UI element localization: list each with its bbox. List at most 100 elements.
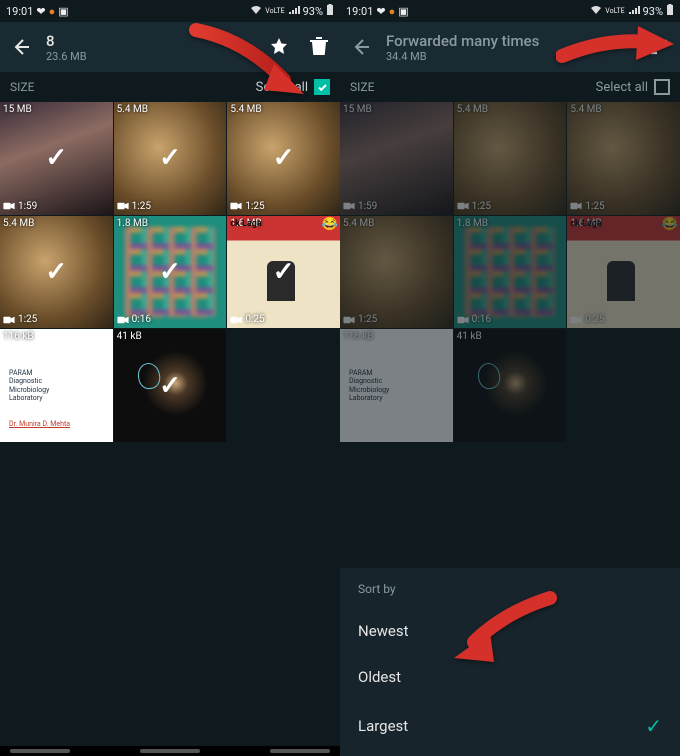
sort-option-oldest[interactable]: Oldest <box>358 654 662 700</box>
size-badge: 5.4 MB <box>570 104 601 115</box>
sort-icon[interactable] <box>648 36 670 58</box>
media-thumb[interactable]: 5.4 MB1:25✓ <box>114 102 227 215</box>
duration-row: 0:25 <box>230 314 264 325</box>
image-icon: ▣ <box>398 5 408 18</box>
duration-row: 1:59 <box>3 201 37 212</box>
select-all-label: Select all <box>596 80 648 95</box>
duration-row: 1:25 <box>457 201 491 212</box>
media-thumb[interactable]: 1.6 MB 0:25 ck Laga😂 <box>567 216 680 329</box>
sort-option-label: Largest <box>358 717 408 735</box>
media-thumb[interactable]: 41 kB <box>454 329 567 442</box>
header-title: Forwarded many times <box>386 32 634 50</box>
media-thumb[interactable]: 15 MB 1:59 <box>340 102 453 215</box>
check-icon: ✓ <box>645 714 662 738</box>
meme-text: ck Laga <box>570 219 677 229</box>
delete-icon[interactable] <box>308 36 330 58</box>
media-thumb[interactable]: 116 kB✓ <box>0 329 113 442</box>
duration: 0:25 <box>585 314 604 325</box>
right-pane: 19:01 ❤ ● ▣ VoLTE 93% Forwarded many tim… <box>340 0 680 756</box>
size-badge: 41 kB <box>457 331 482 342</box>
signal-icon <box>628 5 640 18</box>
duration: 1:25 <box>472 201 491 212</box>
size-badge: 15 MB <box>343 104 372 115</box>
media-thumb[interactable]: 5.4 MB 1:25 <box>567 102 680 215</box>
media-thumb[interactable]: 5.4 MB1:25 <box>340 216 453 329</box>
sort-option-largest[interactable]: Largest ✓ <box>358 700 662 752</box>
nav-bar <box>0 746 340 756</box>
media-thumb[interactable]: 41 kB ✓ <box>114 329 227 442</box>
duration: 0:25 <box>245 314 264 325</box>
duration: 1:25 <box>245 201 264 212</box>
size-badge: 5.4 MB <box>117 104 148 115</box>
size-label: SIZE <box>10 80 34 94</box>
duration-row: 0:16 <box>457 314 491 325</box>
duration-row: 1:25 <box>343 314 377 325</box>
select-all-label: Select all <box>256 80 308 95</box>
wifi-icon <box>590 5 602 18</box>
media-thumb[interactable]: 5.4 MB1:25✓ <box>227 102 340 215</box>
filter-row: SIZE Select all <box>0 72 340 102</box>
size-badge: 41 kB <box>117 331 142 342</box>
status-time: 19:01 <box>346 5 373 18</box>
app-dot-icon: ● <box>49 5 56 18</box>
size-badge: 5.4 MB <box>3 218 34 229</box>
size-badge: 15 MB <box>3 104 32 115</box>
selected-check-icon: ✓ <box>45 257 67 287</box>
sort-option-label: Newest <box>358 622 409 640</box>
battery-pct: 93% <box>643 5 663 18</box>
duration: 1:25 <box>132 201 151 212</box>
selected-check-icon: ✓ <box>159 257 181 287</box>
duration-row: 0:16 <box>117 314 151 325</box>
duration-row: 1:25 <box>230 201 264 212</box>
sort-option-newest[interactable]: Newest <box>358 608 662 654</box>
duration: 0:16 <box>132 314 151 325</box>
duration: 1:25 <box>358 314 377 325</box>
star-icon[interactable] <box>268 36 290 58</box>
sort-sheet: Sort by Newest Oldest Largest ✓ <box>340 568 680 756</box>
volte-label: VoLTE <box>605 7 624 15</box>
duration-row: 1:59 <box>343 201 377 212</box>
duration-row: 0:25 <box>570 314 604 325</box>
media-thumb[interactable]: 1.8 MB 0:16 ✓ <box>114 216 227 329</box>
selected-check-icon: ✓ <box>45 143 67 173</box>
battery-icon <box>666 4 674 19</box>
media-thumb[interactable]: 15 MB 1:59 ✓ <box>0 102 113 215</box>
media-grid: 15 MB1:59✓5.4 MB1:25✓5.4 MB1:25✓5.4 MB1:… <box>0 102 340 442</box>
media-thumb[interactable]: 1.6 MB0:25ck Laga😂✓ <box>227 216 340 329</box>
size-badge: 1.8 MB <box>457 218 488 229</box>
duration: 1:59 <box>18 201 37 212</box>
back-icon[interactable] <box>10 36 32 58</box>
wifi-icon <box>250 5 262 18</box>
emoji-icon: 😂 <box>662 217 678 232</box>
battery-pct: 93% <box>303 5 323 18</box>
size-badge: 5.4 MB <box>457 104 488 115</box>
left-pane: 19:01 ❤ ● ▣ VoLTE 93% 8 23.6 MB <box>0 0 340 756</box>
selected-check-icon: ✓ <box>273 257 295 287</box>
media-thumb[interactable]: 5.4 MB 1:25 <box>454 102 567 215</box>
select-all-checkbox[interactable] <box>654 79 670 95</box>
size-badge: 5.4 MB <box>230 104 261 115</box>
select-all-button[interactable]: Select all <box>256 79 330 95</box>
media-thumb[interactable]: 116 kB <box>340 329 453 442</box>
media-thumb[interactable]: 5.4 MB1:25✓ <box>0 216 113 329</box>
size-badge: 1.6 MB <box>570 218 601 229</box>
media-thumb[interactable]: 1.8 MB 0:16 <box>454 216 567 329</box>
status-time: 19:01 <box>6 5 33 18</box>
duration-row: 1:25 <box>570 201 604 212</box>
duration: 1:25 <box>585 201 604 212</box>
header: 8 23.6 MB <box>0 22 340 72</box>
heart-icon: ❤ <box>376 5 385 18</box>
emoji-icon: 😂 <box>322 217 338 232</box>
header-subtitle: 23.6 MB <box>46 50 254 63</box>
battery-icon <box>326 4 334 19</box>
signal-icon <box>288 5 300 18</box>
sort-title: Sort by <box>358 582 662 596</box>
select-all-checkbox[interactable] <box>314 79 330 95</box>
back-icon[interactable] <box>350 36 372 58</box>
status-bar: 19:01 ❤ ● ▣ VoLTE 93% <box>0 0 340 22</box>
volte-label: VoLTE <box>265 7 284 15</box>
selected-check-icon: ✓ <box>159 371 181 401</box>
duration: 1:59 <box>358 201 377 212</box>
size-badge: 1.8 MB <box>117 218 148 229</box>
select-all-button[interactable]: Select all <box>596 79 670 95</box>
